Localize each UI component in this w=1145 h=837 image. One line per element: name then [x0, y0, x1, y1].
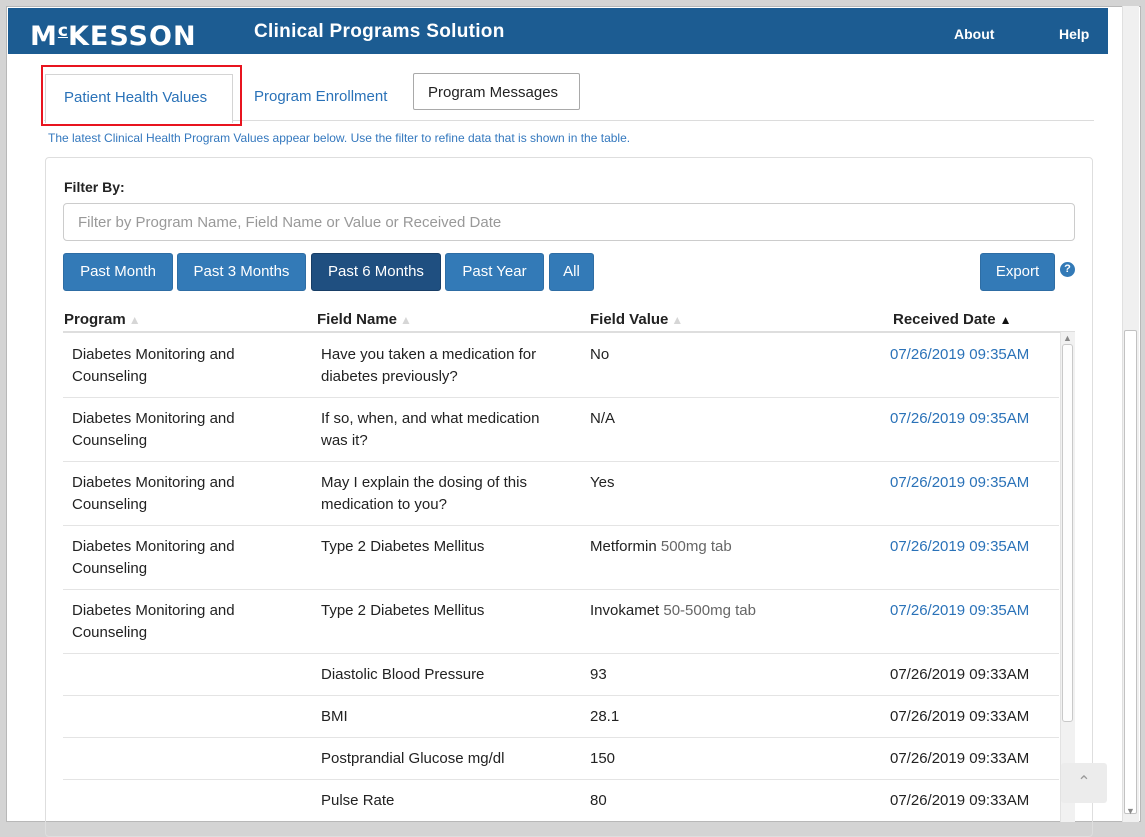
export-button[interactable]: Export — [980, 253, 1055, 291]
row-divider — [63, 653, 1059, 654]
row-divider — [63, 525, 1059, 526]
app-header: McKESSON Clinical Programs Solution Abou… — [8, 8, 1108, 54]
row-divider — [63, 461, 1059, 462]
row-field-value: N/A — [590, 410, 616, 427]
row-field-name: Diastolic Blood Pressure — [321, 666, 485, 683]
sort-chevron-icon: ▲ — [400, 313, 412, 327]
help-link[interactable]: Help — [1059, 26, 1089, 42]
row-received-date: 07/26/2019 09:33AM — [890, 708, 1030, 725]
row-program: Diabetes Monitoring and Counseling — [72, 410, 235, 449]
row-divider — [63, 737, 1059, 738]
back-to-top-button[interactable]: ⌃ — [1061, 763, 1107, 803]
past-month-button[interactable]: Past Month — [63, 253, 173, 291]
row-field-name: If so, when, and what medication was it? — [321, 410, 540, 449]
row-field-value: Yes — [590, 474, 615, 491]
row-received-date: 07/26/2019 09:33AM — [890, 750, 1030, 767]
row-received-date-link[interactable]: 07/26/2019 09:35AM — [890, 472, 1029, 494]
tab-highlight-box — [41, 65, 242, 126]
past-6-months-button[interactable]: Past 6 Months — [311, 253, 441, 291]
row-program: Diabetes Monitoring and Counseling — [72, 538, 235, 577]
scroll-down-arrow-icon[interactable]: ▼ — [1126, 806, 1135, 816]
column-header-field-name[interactable]: Field Name ▲ — [317, 311, 412, 328]
page-scrollbar-thumb[interactable] — [1124, 330, 1137, 814]
filter-input[interactable] — [63, 203, 1075, 241]
row-field-value: Invokamet 50-500mg tab — [590, 602, 756, 619]
row-field-name: Type 2 Diabetes Mellitus — [321, 602, 485, 619]
row-field-name: Type 2 Diabetes Mellitus — [321, 538, 485, 555]
tab-program-enrollment[interactable]: Program Enrollment — [254, 88, 387, 105]
row-divider — [63, 397, 1059, 398]
scroll-up-arrow-icon[interactable]: ▲ — [1063, 333, 1072, 343]
table-header-rule — [63, 331, 1075, 333]
row-received-date: 07/26/2019 09:33AM — [890, 792, 1030, 809]
row-field-name: Have you taken a medication for diabetes … — [321, 346, 537, 385]
row-field-name: Pulse Rate — [321, 792, 395, 809]
row-field-name: Postprandial Glucose mg/dl — [321, 750, 505, 767]
row-field-value: 150 — [590, 750, 616, 767]
column-header-program[interactable]: Program ▲ — [64, 311, 141, 328]
row-received-date-link[interactable]: 07/26/2019 09:35AM — [890, 408, 1029, 430]
help-icon[interactable]: ? — [1060, 262, 1075, 277]
row-field-value: 80 — [590, 792, 607, 809]
row-program: Diabetes Monitoring and Counseling — [72, 346, 235, 385]
chevron-up-icon: ⌃ — [1077, 774, 1091, 791]
tab-program-messages[interactable]: Program Messages — [413, 73, 580, 110]
row-field-name: BMI — [321, 708, 348, 725]
past-3-months-button[interactable]: Past 3 Months — [177, 253, 306, 291]
row-received-date-link[interactable]: 07/26/2019 09:35AM — [890, 600, 1029, 622]
mckesson-logo[interactable]: McKESSON — [30, 14, 197, 54]
row-divider — [63, 779, 1059, 780]
column-header-received-date[interactable]: Received Date ▲ — [893, 311, 1011, 328]
row-received-date-link[interactable]: 07/26/2019 09:35AM — [890, 536, 1029, 558]
row-field-value: 93 — [590, 666, 607, 683]
sort-chevron-icon: ▲ — [671, 313, 684, 327]
sort-chevron-icon: ▲ — [128, 313, 141, 327]
intro-text: The latest Clinical Health Program Value… — [48, 131, 631, 145]
app-title: Clinical Programs Solution — [254, 21, 505, 42]
row-field-value: Metformin 500mg tab — [590, 538, 732, 555]
row-field-name: May I explain the dosing of this medicati… — [321, 474, 527, 513]
about-link[interactable]: About — [954, 26, 994, 42]
row-received-date-link[interactable]: 07/26/2019 09:35AM — [890, 344, 1029, 366]
row-program: Diabetes Monitoring and Counseling — [72, 474, 235, 513]
row-divider — [63, 589, 1059, 590]
row-received-date: 07/26/2019 09:33AM — [890, 666, 1030, 683]
all-button[interactable]: All — [549, 253, 594, 291]
sort-active-chevron-icon: ▲ — [999, 313, 1012, 327]
column-header-field-value[interactable]: Field Value ▲ — [590, 311, 683, 328]
row-program: Diabetes Monitoring and Counseling — [72, 602, 235, 641]
row-divider — [63, 695, 1059, 696]
table-scrollbar-thumb[interactable] — [1062, 344, 1073, 722]
filter-label: Filter By: — [64, 179, 125, 195]
row-field-value: No — [590, 346, 610, 363]
past-year-button[interactable]: Past Year — [445, 253, 544, 291]
row-field-value: 28.1 — [590, 708, 620, 725]
